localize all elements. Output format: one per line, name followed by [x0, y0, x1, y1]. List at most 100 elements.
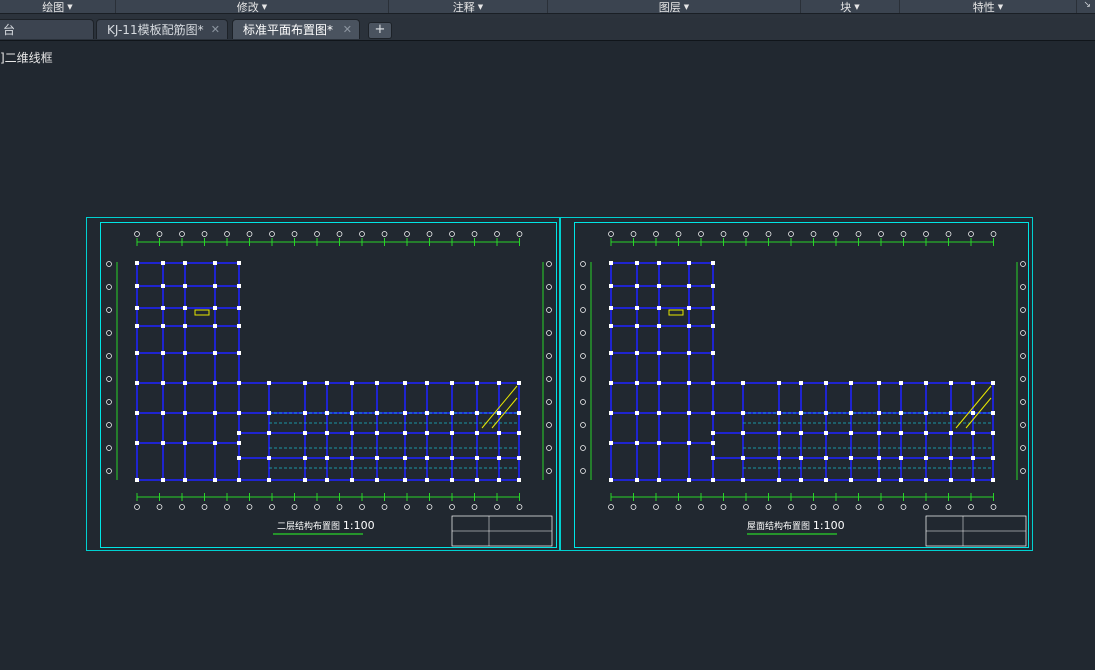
ribbon-panel-annotate[interactable]: 注释 ▼ [389, 0, 548, 14]
ribbon-panel-properties[interactable]: 特性 ▼ [900, 0, 1077, 14]
column-marker [711, 284, 715, 288]
axis-bubble [990, 231, 997, 237]
column-marker [711, 431, 715, 435]
ribbon-panel-layers[interactable]: 图层 ▼ [548, 0, 801, 14]
axis-bubble [246, 504, 253, 510]
axis-bubble [426, 504, 433, 510]
close-icon[interactable]: ✕ [343, 23, 352, 36]
column-marker [475, 478, 479, 482]
column-marker [161, 478, 165, 482]
new-tab-button[interactable]: + [368, 22, 392, 39]
axis-bubble [404, 504, 410, 510]
axis-bubble [269, 504, 275, 510]
axis-bubble [833, 231, 839, 237]
close-icon[interactable]: ✕ [211, 23, 220, 36]
column-marker [741, 478, 745, 482]
axis-bubble [546, 353, 552, 359]
column-marker [899, 456, 903, 460]
column-marker [517, 381, 521, 385]
axis-bubble [720, 231, 727, 237]
column-marker [849, 431, 853, 435]
column-marker [711, 456, 715, 460]
column-marker [711, 351, 715, 355]
drawing-sheet-right[interactable]: 屋面结构布置图 1:100 [560, 217, 1033, 551]
axis-bubble [1020, 399, 1026, 405]
column-marker [303, 431, 307, 435]
column-marker [799, 456, 803, 460]
column-marker [183, 441, 187, 445]
column-marker [237, 351, 241, 355]
column-marker [609, 306, 613, 310]
column-marker [657, 324, 661, 328]
column-marker [375, 431, 379, 435]
viewport-visual-style-label[interactable]: ]二维线框 [0, 49, 53, 66]
column-marker [375, 478, 379, 482]
column-marker [899, 478, 903, 482]
drawing-sheet-left[interactable]: 二层结构布置图 1:100 [86, 217, 560, 551]
axis-bubble [580, 353, 586, 359]
panel-label-properties: 特性 [972, 0, 995, 14]
ribbon-panel-draw[interactable]: 绘图 ▼ [0, 0, 116, 14]
ribbon-panel-block[interactable]: 块 ▼ [801, 0, 900, 14]
column-marker [711, 478, 715, 482]
column-marker [135, 351, 139, 355]
column-marker [924, 431, 928, 435]
axis-bubble [675, 504, 682, 510]
column-marker [609, 284, 613, 288]
column-marker [877, 456, 881, 460]
axis-bubble [580, 468, 586, 474]
axis-bubble [494, 504, 500, 510]
opening-marker [668, 309, 684, 316]
column-marker [475, 411, 479, 415]
axis-bubble [698, 231, 704, 237]
axis-bubble [381, 504, 388, 510]
ribbon-panel-modify[interactable]: 修改 ▼ [116, 0, 389, 14]
column-marker [375, 411, 379, 415]
column-marker [425, 381, 429, 385]
axis-bubble [653, 231, 659, 237]
tab-standard-plan[interactable]: 标准平面布置图* ✕ [232, 19, 360, 39]
column-marker [237, 324, 241, 328]
column-marker [183, 351, 187, 355]
axis-bubble [134, 504, 140, 510]
axis-bubble [106, 399, 112, 405]
axis-bubble [580, 422, 586, 428]
axis-bubble [1020, 307, 1026, 313]
axis-bubble [653, 504, 659, 510]
column-marker [991, 478, 995, 482]
column-marker [687, 306, 691, 310]
dropdown-caret-icon: ▼ [67, 2, 73, 11]
column-marker [824, 456, 828, 460]
panel-label-block: 块 [840, 0, 852, 14]
axis-bubble [968, 504, 974, 510]
tab-start[interactable]: 台 [0, 19, 94, 39]
axis-bubble [449, 231, 455, 237]
column-marker [475, 456, 479, 460]
column-marker [711, 381, 715, 385]
column-marker [183, 306, 187, 310]
column-marker [350, 478, 354, 482]
column-marker [183, 261, 187, 265]
axis-bubble [546, 284, 552, 290]
column-marker [403, 478, 407, 482]
column-marker [849, 381, 853, 385]
column-marker [161, 306, 165, 310]
column-marker [687, 324, 691, 328]
axis-bubble [546, 445, 552, 451]
column-marker [657, 441, 661, 445]
axis-bubble [314, 231, 320, 237]
column-marker [924, 456, 928, 460]
column-marker [711, 411, 715, 415]
axis-bubble [855, 231, 862, 237]
tab-kj11[interactable]: KJ-11模板配筋图* ✕ [96, 19, 228, 39]
panel-expand-icon[interactable]: ↘ [1083, 0, 1091, 10]
axis-bubble [426, 231, 433, 237]
column-marker [799, 381, 803, 385]
axis-bubble [179, 504, 185, 510]
axis-bubble [449, 504, 455, 510]
column-marker [213, 441, 217, 445]
column-marker [687, 411, 691, 415]
column-marker [303, 381, 307, 385]
column-marker [135, 411, 139, 415]
column-marker [350, 411, 354, 415]
